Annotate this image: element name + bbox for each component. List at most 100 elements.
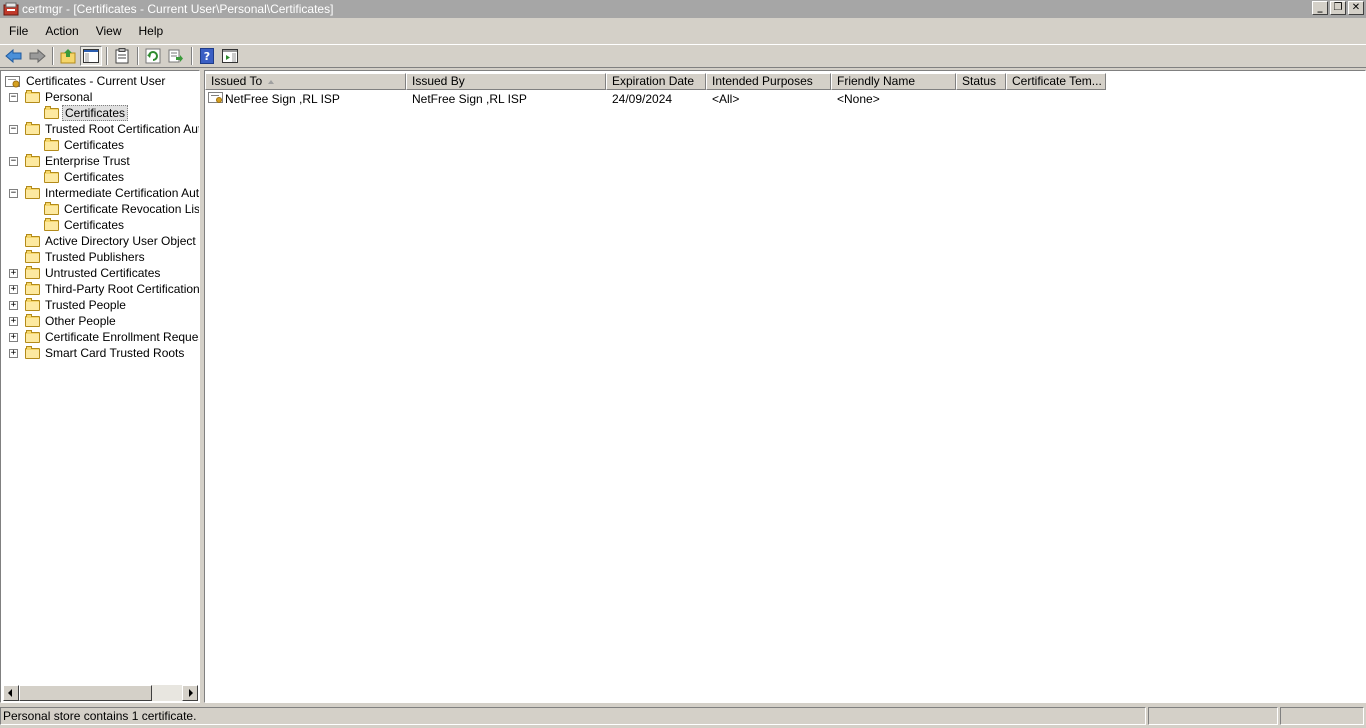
- console-tree-pane[interactable]: Certificates - Current User − Personal Cert…: [0, 70, 200, 703]
- tree-item-label: Intermediate Certification Autho: [45, 186, 200, 200]
- expand-icon[interactable]: +: [9, 269, 18, 278]
- cell-issued-to: NetFree Sign ,RL ISP: [205, 91, 406, 107]
- tree-item-label: Active Directory User Object: [45, 234, 196, 248]
- tree-item-label: Third-Party Root Certification Au: [45, 282, 200, 296]
- tree-item-label: Certificate Enrollment Requests: [45, 330, 200, 344]
- menu-file[interactable]: File: [0, 24, 36, 38]
- tree-subitem-label: Certificate Revocation List: [64, 202, 200, 216]
- folder-icon: [25, 282, 41, 295]
- status-bar: Personal store contains 1 certificate.: [0, 705, 1366, 728]
- column-issued-to[interactable]: Issued To: [205, 73, 406, 90]
- tree-item[interactable]: + Untrusted Certificates: [1, 265, 199, 281]
- cell-status: [956, 91, 1006, 107]
- toolbar-separator: [52, 47, 54, 65]
- up-folder-icon[interactable]: [57, 46, 79, 66]
- scroll-left-button[interactable]: [3, 685, 19, 701]
- tree-subitem[interactable]: Certificates: [1, 217, 199, 233]
- cell-certificate-template: [1006, 91, 1106, 107]
- tree-subitem[interactable]: Certificate Revocation List: [1, 201, 199, 217]
- tree-horizontal-scrollbar[interactable]: [3, 685, 198, 701]
- expand-icon[interactable]: +: [9, 285, 18, 294]
- folder-icon: [44, 202, 60, 215]
- folder-icon: [25, 186, 41, 199]
- tree-item[interactable]: + Certificate Enrollment Requests: [1, 329, 199, 345]
- folder-icon: [25, 90, 41, 103]
- toolbar-separator: [191, 47, 193, 65]
- collapse-icon[interactable]: −: [9, 93, 18, 102]
- scroll-right-button[interactable]: [182, 685, 198, 701]
- tree-item[interactable]: + Trusted People: [1, 297, 199, 313]
- column-friendly-name[interactable]: Friendly Name: [831, 73, 956, 90]
- folder-icon: [44, 218, 60, 231]
- tree-root[interactable]: Certificates - Current User: [1, 73, 199, 89]
- properties-icon[interactable]: [111, 46, 133, 66]
- folder-icon: [25, 122, 41, 135]
- expand-icon[interactable]: +: [9, 333, 18, 342]
- tree-item[interactable]: + Other People: [1, 313, 199, 329]
- export-list-icon[interactable]: [165, 46, 187, 66]
- certmgr-app-icon[interactable]: [3, 2, 19, 16]
- collapse-icon[interactable]: −: [9, 189, 18, 198]
- tree-subitem[interactable]: Certificates: [1, 169, 199, 185]
- tree-subitem[interactable]: Certificates: [1, 105, 199, 121]
- tree-subitem-label: Certificates: [64, 138, 125, 152]
- cell-friendly-name: <None>: [837, 92, 880, 106]
- toolbar: ?: [0, 44, 1366, 68]
- expand-icon[interactable]: +: [9, 301, 18, 310]
- chevron-right-icon: [189, 689, 193, 697]
- tree-root-label: Certificates - Current User: [26, 74, 166, 88]
- menu-view[interactable]: View: [87, 24, 130, 38]
- list-header: Issued To Issued By Expiration Date Inte…: [205, 73, 1106, 90]
- minimize-button[interactable]: _: [1312, 1, 1328, 15]
- collapse-icon[interactable]: −: [9, 125, 18, 134]
- help-icon[interactable]: ?: [196, 46, 218, 66]
- status-text: Personal store contains 1 certificate.: [0, 707, 1146, 725]
- column-status[interactable]: Status: [956, 73, 1006, 90]
- scroll-thumb[interactable]: [19, 685, 152, 701]
- tree-item[interactable]: − Personal: [1, 89, 199, 105]
- table-row[interactable]: NetFree Sign ,RL ISP NetFree Sign ,RL IS…: [205, 91, 1106, 107]
- show-hide-action-pane-icon[interactable]: [219, 46, 241, 66]
- collapse-icon[interactable]: −: [9, 157, 18, 166]
- expand-icon[interactable]: +: [9, 349, 18, 358]
- folder-icon: [25, 154, 41, 167]
- folder-icon: [25, 234, 41, 247]
- menu-action[interactable]: Action: [36, 24, 86, 38]
- show-hide-console-tree-icon[interactable]: [80, 46, 102, 66]
- tree-item-label: Enterprise Trust: [45, 154, 130, 168]
- restore-button[interactable]: ❐: [1330, 1, 1346, 15]
- tree-subitem[interactable]: Certificates: [1, 137, 199, 153]
- back-icon[interactable]: [3, 46, 25, 66]
- tree-item[interactable]: + Smart Card Trusted Roots: [1, 345, 199, 361]
- forward-icon[interactable]: [26, 46, 48, 66]
- refresh-icon[interactable]: [142, 46, 164, 66]
- tree-item[interactable]: Active Directory User Object: [1, 233, 199, 249]
- tree-item[interactable]: Trusted Publishers: [1, 249, 199, 265]
- column-expiration-date[interactable]: Expiration Date: [606, 73, 706, 90]
- tree-item[interactable]: − Intermediate Certification Autho: [1, 185, 199, 201]
- status-panel-2: [1148, 707, 1278, 725]
- certificates-snapin-icon: [5, 74, 21, 88]
- tree-item-label: Smart Card Trusted Roots: [45, 346, 185, 360]
- tree-item[interactable]: − Trusted Root Certification Autho: [1, 121, 199, 137]
- close-button[interactable]: ✕: [1348, 1, 1364, 15]
- cell-issued-by: NetFree Sign ,RL ISP: [412, 92, 527, 106]
- menu-help[interactable]: Help: [130, 24, 172, 38]
- toolbar-separator: [137, 47, 139, 65]
- column-intended-purposes[interactable]: Intended Purposes: [706, 73, 831, 90]
- chevron-left-icon: [8, 689, 12, 697]
- tree-item-label: Untrusted Certificates: [45, 266, 161, 280]
- expand-icon[interactable]: +: [9, 317, 18, 326]
- certificate-list-pane[interactable]: Issued To Issued By Expiration Date Inte…: [204, 70, 1366, 703]
- status-panel-3: [1280, 707, 1364, 725]
- tree-item-label: Trusted Root Certification Autho: [45, 122, 200, 136]
- column-issued-by[interactable]: Issued By: [406, 73, 606, 90]
- tree-item-label: Trusted People: [45, 298, 126, 312]
- folder-icon: [44, 138, 60, 151]
- tree-item[interactable]: + Third-Party Root Certification Au: [1, 281, 199, 297]
- column-certificate-template[interactable]: Certificate Tem...: [1006, 73, 1106, 90]
- folder-icon: [25, 250, 41, 263]
- svg-text:?: ?: [204, 50, 210, 63]
- folder-icon: [25, 330, 41, 343]
- tree-item[interactable]: − Enterprise Trust: [1, 153, 199, 169]
